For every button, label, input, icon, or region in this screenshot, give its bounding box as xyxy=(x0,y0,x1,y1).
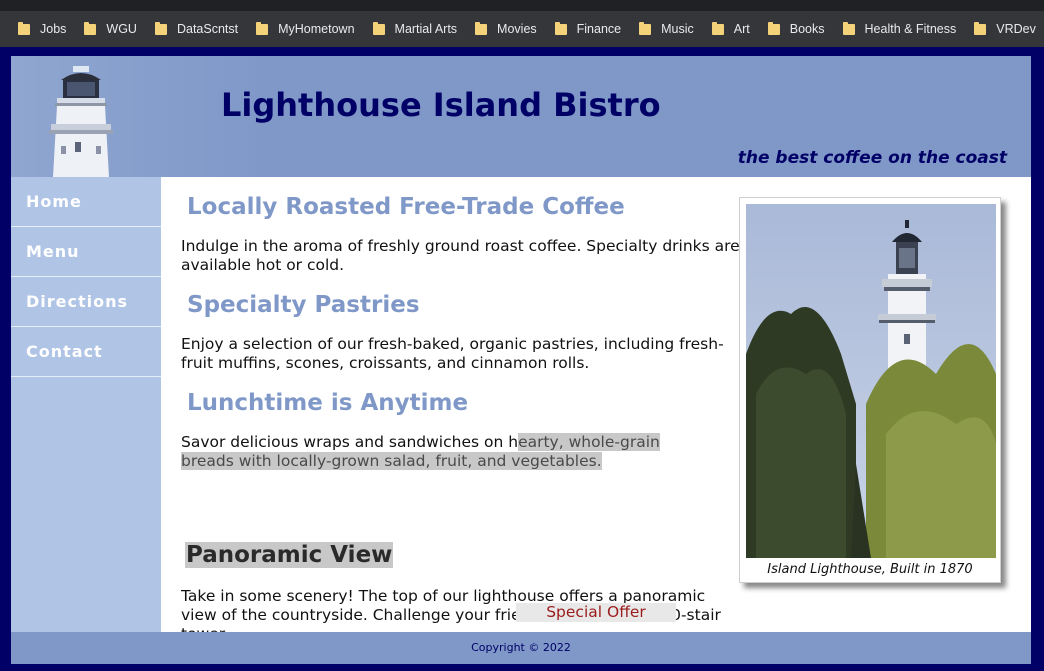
folder-icon xyxy=(18,21,30,35)
photo-caption: Island Lighthouse, Built in 1870 xyxy=(767,562,973,577)
folder-icon xyxy=(84,21,97,35)
folder-icon xyxy=(767,21,780,35)
folder-icon xyxy=(842,21,855,35)
coffee-text: Indulge in the aroma of freshly ground r… xyxy=(181,237,740,274)
nav-link-menu[interactable]: Menu xyxy=(11,227,161,277)
site-header: Lighthouse Island Bistro the best coffee… xyxy=(11,56,1031,177)
bookmark-vrdev[interactable]: VRDev xyxy=(974,21,1036,36)
bookmark-datascntst[interactable]: DataScntst xyxy=(154,21,238,36)
bookmarks-bar: Jobs WGU DataScntst MyHometown Martial A… xyxy=(0,0,1044,47)
bookmark-martial-arts[interactable]: Martial Arts xyxy=(372,21,457,36)
bookmark-music[interactable]: Music xyxy=(639,21,694,36)
pastries-heading: Specialty Pastries xyxy=(187,292,420,318)
site-title: Lighthouse Island Bistro xyxy=(221,86,661,124)
lunchtime-text-plain: Savor delicious wraps and sandwiches on … xyxy=(181,433,519,451)
bookmark-myhometown[interactable]: MyHometown xyxy=(256,21,355,36)
site-tagline: the best coffee on the coast xyxy=(737,148,1007,168)
folder-icon xyxy=(974,21,987,35)
lighthouse-photo xyxy=(746,204,996,558)
site-footer: Copyright © 2022 xyxy=(11,632,1031,664)
folder-icon xyxy=(256,21,269,35)
folder-icon xyxy=(639,21,652,35)
bookmark-art[interactable]: Art xyxy=(711,21,750,36)
bookmarks-list: Jobs WGU DataScntst MyHometown Martial A… xyxy=(0,11,1044,47)
bookmark-movies[interactable]: Movies xyxy=(475,21,537,36)
panoramic-heading: Panoramic View xyxy=(185,542,394,568)
bookmark-books[interactable]: Books xyxy=(767,21,825,36)
lighthouse-photo-figure: Island Lighthouse, Built in 1870 xyxy=(739,197,1001,583)
nav-link-home[interactable]: Home xyxy=(11,177,161,227)
folder-icon xyxy=(711,21,724,35)
pastries-text: Enjoy a selection of our fresh-baked, or… xyxy=(181,335,724,372)
bookmark-wgu[interactable]: WGU xyxy=(84,21,137,36)
folder-icon xyxy=(554,21,567,35)
page-wrapper: Lighthouse Island Bistro the best coffee… xyxy=(11,56,1031,664)
bookmark-finance[interactable]: Finance xyxy=(554,21,621,36)
coffee-heading: Locally Roasted Free-Trade Coffee xyxy=(187,194,625,220)
folder-icon xyxy=(372,21,385,35)
copyright-text: Copyright © 2022 xyxy=(471,641,571,654)
special-offer-link[interactable]: Special Offer xyxy=(516,603,676,622)
nav-link-contact[interactable]: Contact xyxy=(11,327,161,377)
main-navigation: Home Menu Directions Contact xyxy=(11,177,161,632)
bookmark-jobs[interactable]: Jobs xyxy=(18,21,66,36)
lighthouse-header-image xyxy=(49,66,113,177)
main-content: Locally Roasted Free-Trade Coffee Indulg… xyxy=(161,177,1031,643)
folder-icon xyxy=(154,21,167,35)
nav-link-directions[interactable]: Directions xyxy=(11,277,161,327)
lunchtime-heading: Lunchtime is Anytime xyxy=(187,390,469,416)
lunchtime-text: Savor delicious wraps and sandwiches on … xyxy=(181,433,701,471)
bookmark-health-fitness[interactable]: Health & Fitness xyxy=(842,21,956,36)
folder-icon xyxy=(475,21,488,35)
browser-top-strip xyxy=(0,0,1044,11)
